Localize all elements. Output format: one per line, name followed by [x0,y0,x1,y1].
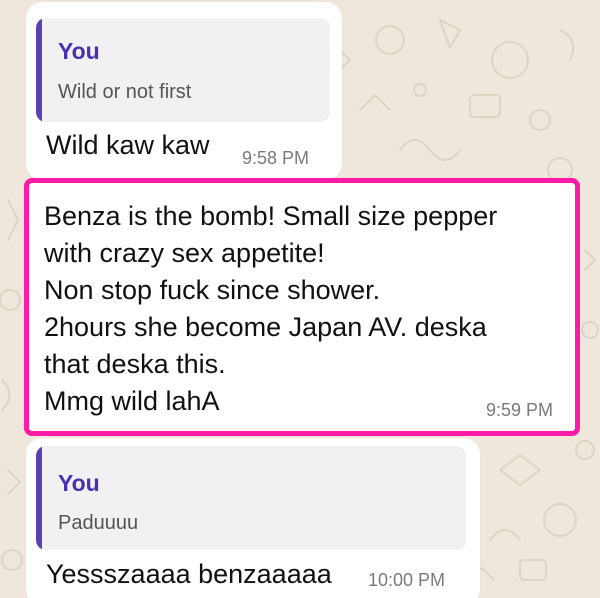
quote-text: Wild or not first [58,81,192,103]
message-time: 10:00 PM [368,570,446,590]
highlight-box [24,178,580,436]
message-text: Wild kaw kaw [46,130,210,160]
quoted-reply[interactable]: You Paduuuu [36,446,466,550]
message-bubble-1[interactable]: You Wild or not first Wild kaw kaw 9:58 … [26,2,342,180]
chat-background: You Wild or not first Wild kaw kaw 9:58 … [0,0,600,598]
message-time: 9:58 PM [242,148,310,168]
quote-author: You [58,38,100,64]
quote-accent-bar [36,446,42,550]
quote-accent-bar [36,18,42,122]
message-bubble-3[interactable]: You Paduuuu Yessszaaaa benzaaaaa 10:00 P… [26,438,480,598]
message-text: Yessszaaaa benzaaaaa [46,559,332,589]
quote-text: Paduuuu [58,512,139,534]
quote-author: You [58,470,100,496]
quoted-reply[interactable]: You Wild or not first [36,18,330,122]
